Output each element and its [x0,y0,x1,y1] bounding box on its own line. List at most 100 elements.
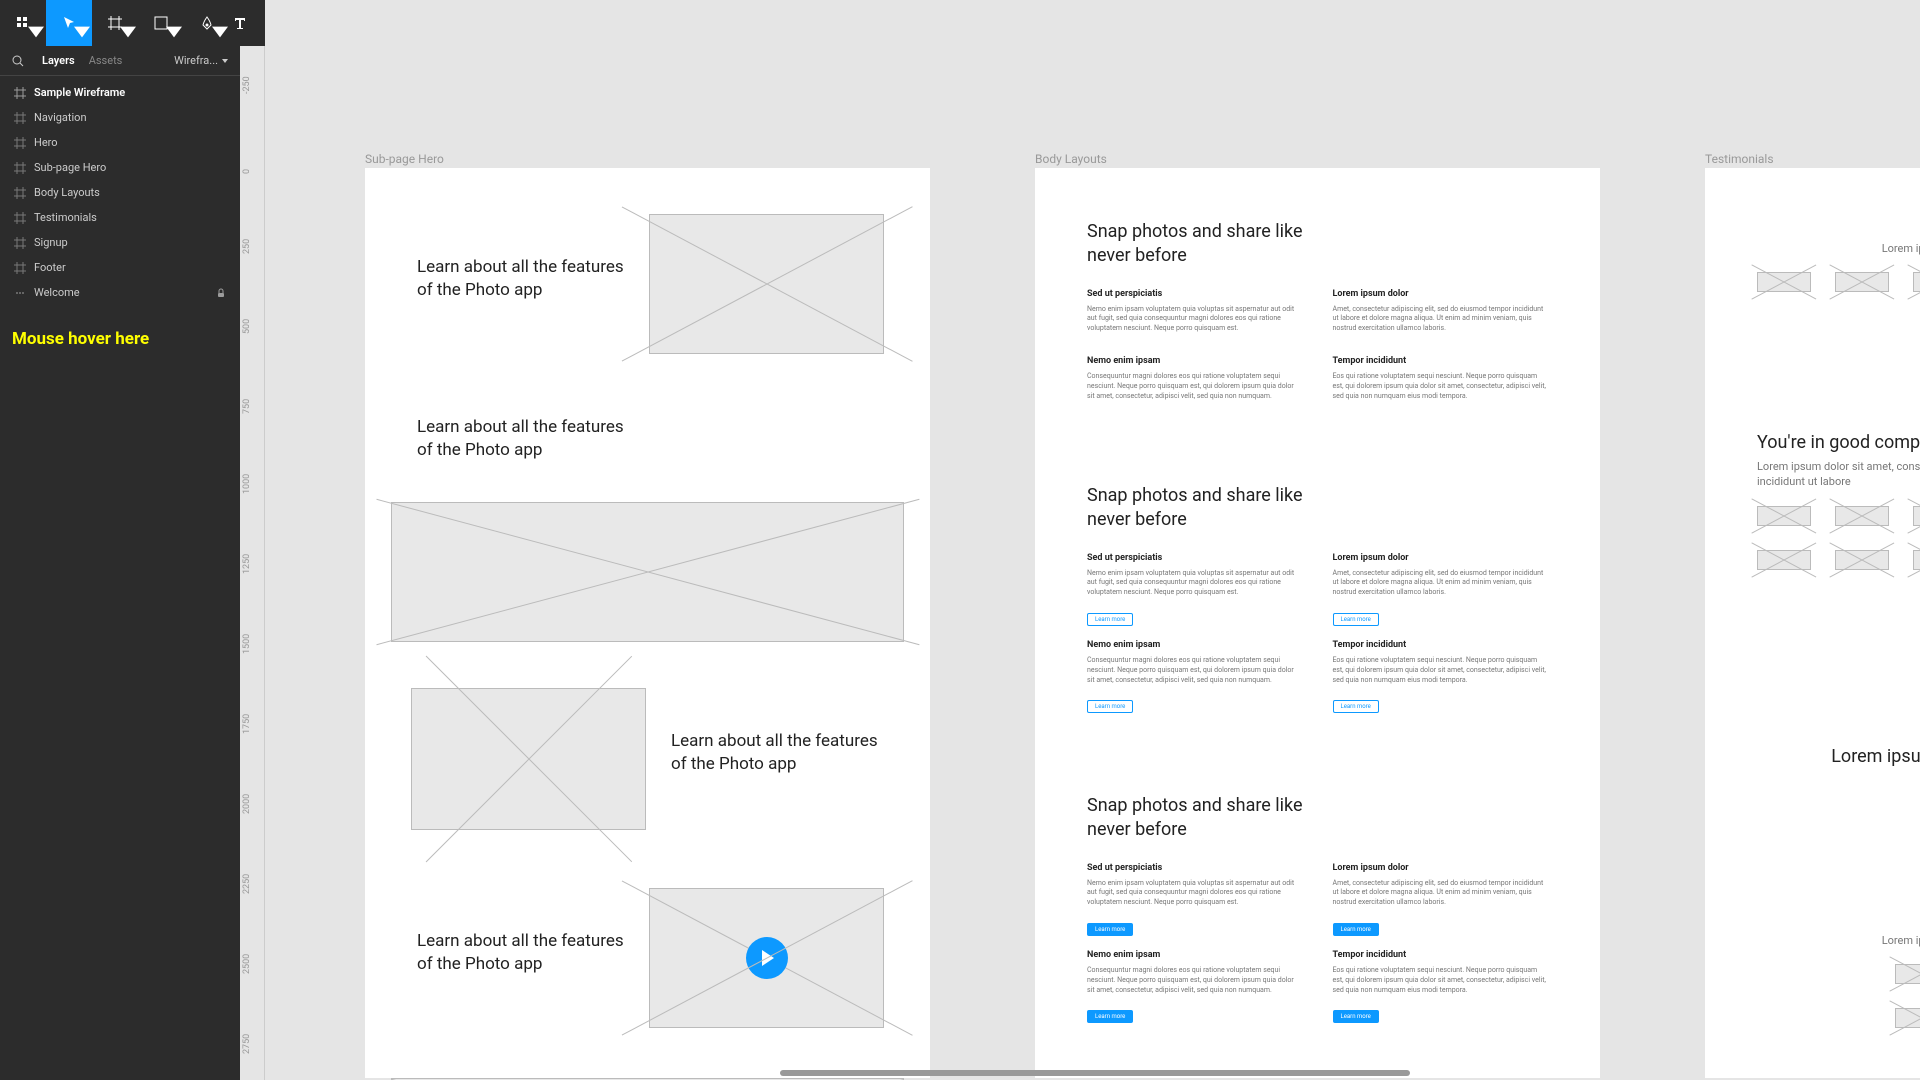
testimonial-title: You'r [1731,194,1920,235]
learn-more-button[interactable]: Learn more [1087,923,1133,936]
hover-annotation: Mouse hover here [0,309,240,369]
frame-tool-button[interactable] [92,0,138,46]
frame-label[interactable]: Sub-page Hero [365,152,444,166]
assets-tab[interactable]: Assets [89,54,123,67]
learn-more-button[interactable]: Learn more [1087,613,1133,626]
learn-more-button[interactable]: Learn more [1333,613,1379,626]
logo-placeholder [1835,272,1889,292]
image-placeholder [391,502,904,642]
subpage-hero-frame[interactable]: Learn about all the features of the Phot… [365,168,930,1078]
layer-item[interactable]: Navigation [0,105,240,130]
shape-tool-button[interactable] [138,0,184,46]
frame-icon [14,187,26,199]
image-placeholder [411,688,646,830]
horizontal-scrollbar[interactable] [780,1070,1410,1076]
learn-more-button[interactable]: Learn more [1333,1010,1379,1023]
body-column: Tempor incididuntEos qui ratione volupta… [1333,356,1549,409]
layer-list: Sample Wireframe Navigation Hero Sub-pag… [0,76,240,309]
testimonial-card[interactable]: You're in good company Lorem ipsum dolor… [1731,412,1920,666]
body-title: Snap photos and share like never before [1061,458,1341,553]
body-card[interactable]: Snap photos and share like never before … [1061,768,1574,1049]
video-placeholder [649,888,884,1028]
logo-placeholder [1757,272,1811,292]
layer-item[interactable]: Sub-page Hero [0,155,240,180]
learn-more-button[interactable]: Learn more [1087,700,1133,713]
hero-card[interactable]: Learn about all the features of the Phot… [391,392,904,654]
testimonial-subtitle: Lorem ipsum dolor sit amet, consectetur … [1731,453,1920,506]
hero-text: Learn about all the features of the Phot… [417,930,637,976]
move-tool-button[interactable] [46,0,92,46]
panel-tabs: Layers Assets Wirefra... [0,46,240,76]
body-column: Nemo enim ipsamConsequuntur magni dolore… [1087,950,1303,1023]
toolbar [0,0,265,46]
logo-placeholder [1913,550,1920,570]
frame-label[interactable]: Testimonials [1705,152,1774,166]
document-name[interactable]: Wirefra... [174,54,228,67]
logo-placeholder [1757,506,1811,526]
body-column: Sed ut perspiciatisNemo enim ipsam volup… [1087,863,1303,936]
body-card[interactable]: Snap photos and share like never before … [1061,458,1574,739]
body-column: Tempor incididuntEos qui ratione volupta… [1333,950,1549,1023]
testimonial-card[interactable]: Lorem ipsum dolor sit amet, tem [1731,726,1920,826]
body-title: Snap photos and share like never before [1061,768,1341,863]
hero-card[interactable]: Learn about all the features of the Phot… [391,868,904,1053]
frame-icon [14,87,26,99]
body-column: Nemo enim ipsamConsequuntur magni dolore… [1087,640,1303,713]
logo-placeholder [1913,272,1920,292]
body-column: Sed ut perspiciatisNemo enim ipsam volup… [1087,553,1303,626]
logo-row [1731,506,1920,546]
layer-item[interactable]: Signup [0,230,240,255]
layer-item[interactable]: Footer [0,255,240,280]
body-column: Lorem ipsum dolorAmet, consectetur adipi… [1333,289,1549,342]
frame-icon [14,137,26,149]
frame-icon [14,112,26,124]
hero-card[interactable]: Learn about all the features of the Phot… [391,668,904,854]
canvas[interactable]: Sub-page Hero Learn about all the featur… [265,0,1920,1080]
testimonial-card[interactable]: You'r Lorem ipsum dolor sit amet, tem [1731,194,1920,352]
testimonial-title: You're in good company [1731,412,1920,453]
vertical-ruler: -250 0 250 500 750 1000 1250 1500 1750 2… [240,46,265,1080]
layer-item[interactable]: Hero [0,130,240,155]
body-column: Tempor incididuntEos qui ratione volupta… [1333,640,1549,713]
logo-placeholder [1835,550,1889,570]
body-layouts-frame[interactable]: Snap photos and share like never before … [1035,168,1600,1078]
body-title: Snap photos and share like never before [1061,194,1341,289]
body-column: Lorem ipsum dolorAmet, consectetur adipi… [1333,553,1549,626]
logo-row [1731,546,1920,590]
hero-text: Learn about all the features of the Phot… [671,730,891,776]
testimonials-frame[interactable]: You'r Lorem ipsum dolor sit amet, tem Yo… [1705,168,1920,1078]
frame-icon [14,262,26,274]
logo-placeholder [1913,506,1920,526]
component-icon [14,287,26,299]
logo-row [1731,272,1920,312]
learn-more-button[interactable]: Learn more [1333,923,1379,936]
logo-placeholder [1895,964,1920,984]
layer-item[interactable]: Sample Wireframe [0,80,240,105]
hero-text: Learn about all the features of the Phot… [417,416,637,462]
frame-icon [14,237,26,249]
layer-item[interactable]: Body Layouts [0,180,240,205]
layer-item[interactable]: Testimonials [0,205,240,230]
logo-placeholder [1895,1008,1920,1028]
pen-tool-button[interactable] [184,0,230,46]
layers-panel: Layers Assets Wirefra... Sample Wirefram… [0,46,240,1080]
hero-card[interactable]: Learn about all the features of the Phot… [391,194,904,379]
logo-row [1731,964,1920,1004]
lock-icon [216,288,226,298]
learn-more-button[interactable]: Learn more [1087,1010,1133,1023]
frame-label[interactable]: Body Layouts [1035,152,1107,166]
body-column: Sed ut perspiciatisNemo enim ipsam volup… [1087,289,1303,342]
logo-placeholder [1835,506,1889,526]
body-column: Lorem ipsum dolorAmet, consectetur adipi… [1333,863,1549,936]
learn-more-button[interactable]: Learn more [1333,700,1379,713]
play-icon [746,937,788,979]
layers-tab[interactable]: Layers [42,54,75,67]
main-menu-button[interactable] [0,0,46,46]
image-placeholder [649,214,884,354]
body-card[interactable]: Snap photos and share like never before … [1061,194,1574,435]
testimonial-card[interactable]: You'r Lorem ipsum dolor sit amet, tem [1731,886,1920,1078]
text-tool-button[interactable] [230,0,250,46]
search-icon[interactable] [12,55,24,67]
layer-item[interactable]: Welcome [0,280,240,305]
frame-icon [14,162,26,174]
